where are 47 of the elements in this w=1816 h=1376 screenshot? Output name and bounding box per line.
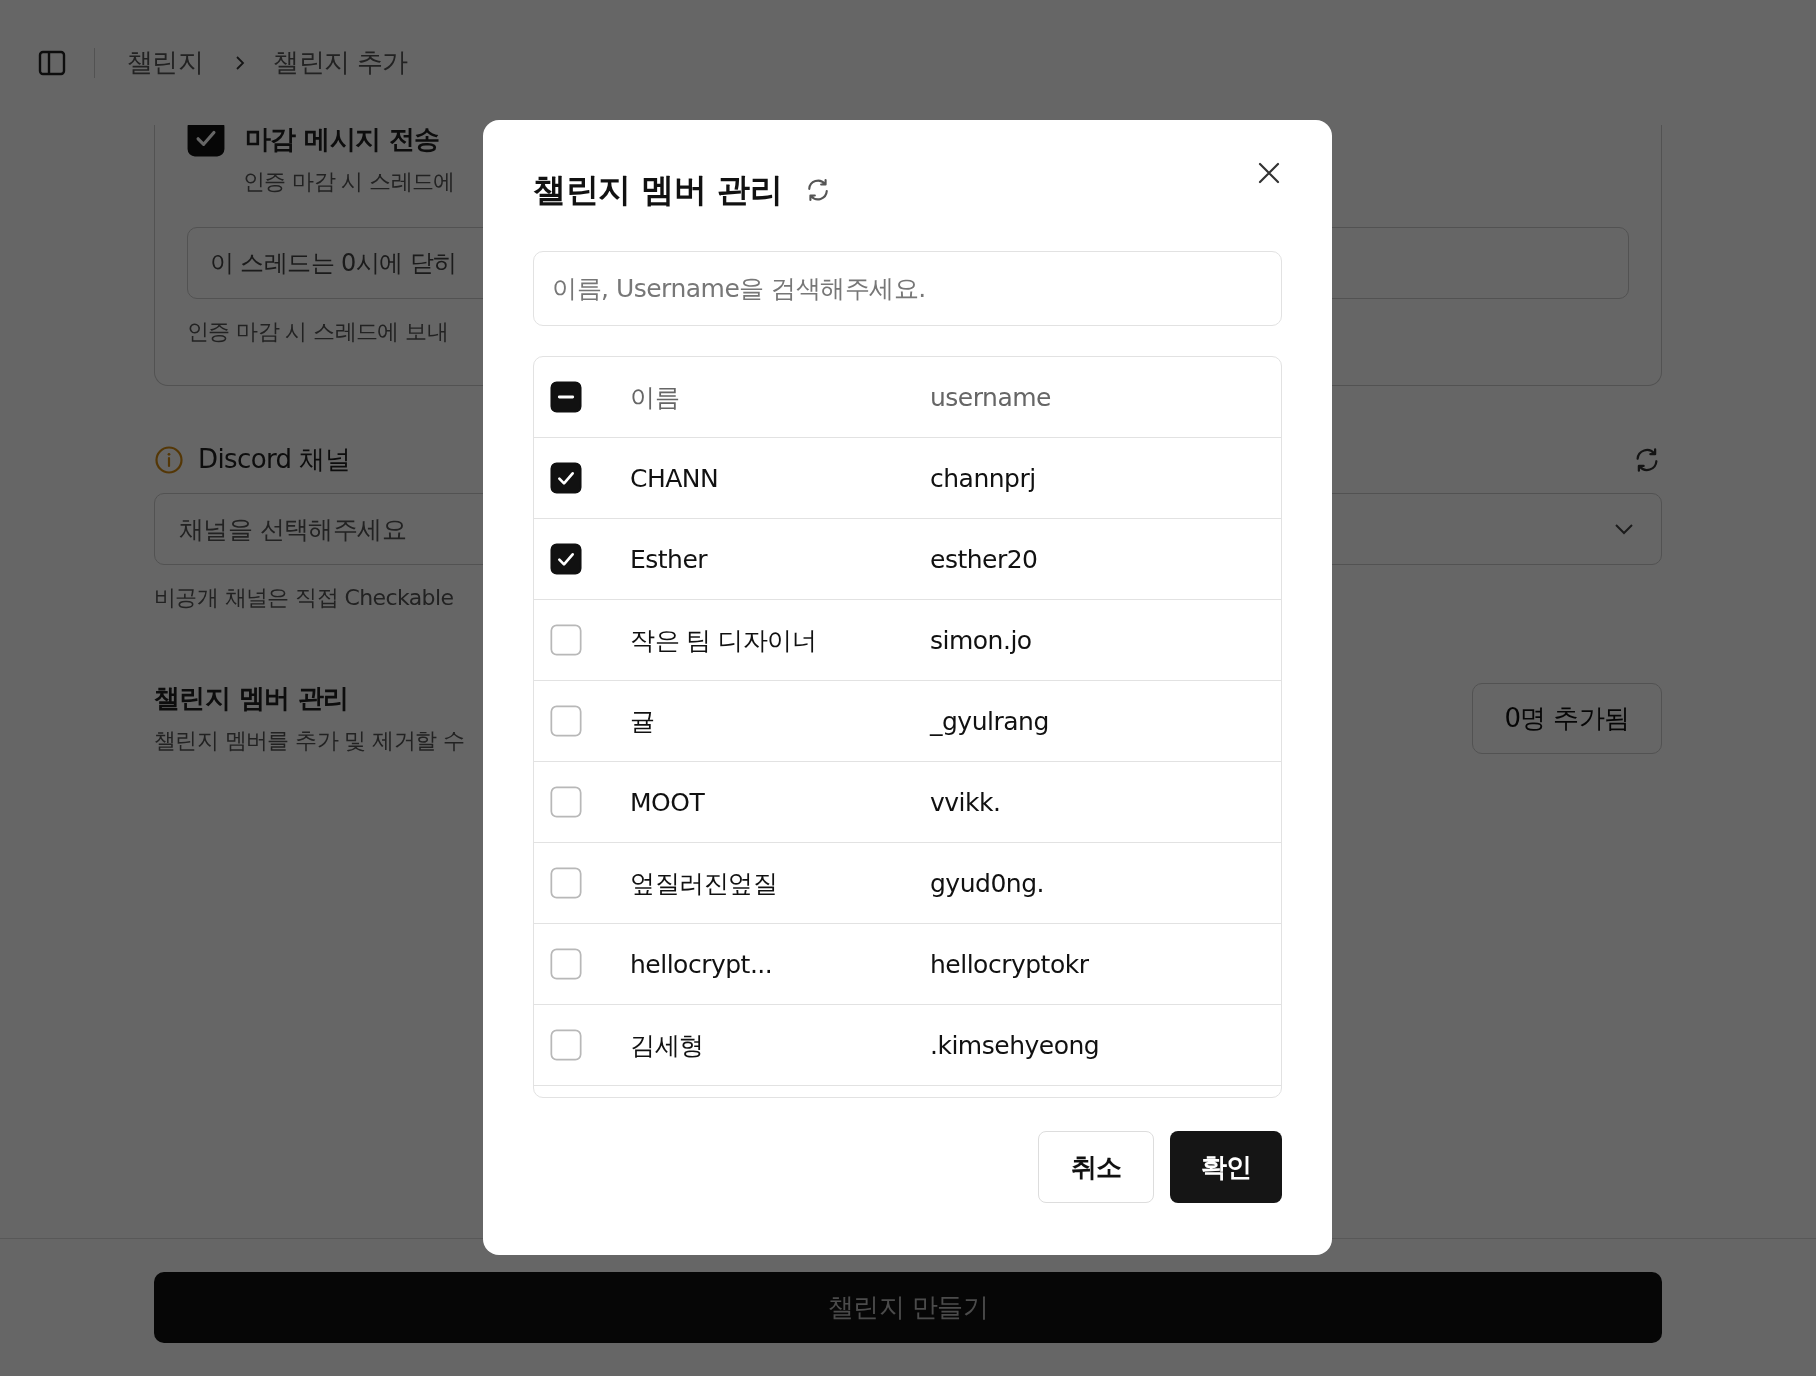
checkbox[interactable] — [550, 543, 582, 575]
members-added-button[interactable]: 0명 추가됨 — [1472, 683, 1662, 754]
field-hint: 비공개 채널은 직접 Checkable — [154, 584, 454, 612]
table-cell: vvikk. — [930, 787, 1001, 817]
checkbox[interactable] — [550, 786, 582, 818]
table-cell-text: 귤 — [630, 705, 656, 738]
checkbox[interactable] — [550, 624, 582, 656]
table-cell-text: Esther — [630, 544, 709, 574]
table-cell: gyud0ng. — [930, 868, 1044, 898]
checkbox[interactable] — [550, 462, 582, 494]
breadcrumb-item[interactable]: 챌린지 추가 — [273, 45, 408, 80]
section-title: 챌린지 멤버 관리 — [154, 682, 350, 715]
create-challenge-button[interactable]: 챌린지 만들기 — [154, 1272, 1662, 1343]
checkbox[interactable] — [550, 1029, 582, 1061]
table-cell-text: 김세형 — [630, 1029, 705, 1062]
field-label: Discord 채널 — [198, 443, 350, 476]
close-icon[interactable] — [1256, 160, 1282, 186]
info-icon — [154, 444, 184, 475]
table-cell-text: 작은 팀 디자이너 — [630, 624, 818, 657]
table-cell-text: 엎질러진엎질 — [630, 867, 778, 900]
column-header: username — [930, 382, 1051, 412]
confirm-button[interactable]: 확인 — [1170, 1131, 1282, 1203]
checkbox[interactable] — [187, 125, 225, 157]
column-header: 이름 — [630, 381, 680, 414]
table-cell: .kimsehyeong — [930, 1030, 1100, 1060]
sidebar-toggle-icon[interactable] — [38, 48, 66, 77]
field-description: 인증 마감 시 스레드에 — [243, 168, 455, 196]
table-cell: _gyulrang — [930, 706, 1049, 736]
cancel-button[interactable]: 취소 — [1038, 1131, 1154, 1203]
checkbox[interactable] — [550, 381, 582, 413]
table-cell-text: hellocrypt... — [630, 949, 774, 979]
checkbox[interactable] — [550, 705, 582, 737]
field-hint: 인증 마감 시 스레드에 보내 — [187, 318, 448, 346]
breadcrumb-item[interactable]: 챌린지 — [127, 45, 204, 80]
checkbox-label: 마감 메시지 전송 — [245, 125, 440, 156]
search-field[interactable]: 이름, Username을 검색해주세요. — [533, 251, 1282, 326]
checkbox[interactable] — [550, 867, 582, 899]
table-cell-text: CHANN — [630, 463, 720, 493]
table-cell: simon.jo — [930, 625, 1032, 655]
section-description: 챌린지 멤버를 추가 및 제거할 수 — [154, 727, 465, 755]
table-cell-text: MOOT — [630, 787, 706, 817]
dialog-title: 챌린지 멤버 관리 — [533, 168, 783, 211]
checkbox[interactable] — [550, 948, 582, 980]
table-cell: esther20 — [930, 544, 1038, 574]
chevron-down-icon — [1613, 522, 1635, 536]
table-cell: channprj — [930, 463, 1036, 493]
table-cell: hellocryptokr — [930, 949, 1089, 979]
